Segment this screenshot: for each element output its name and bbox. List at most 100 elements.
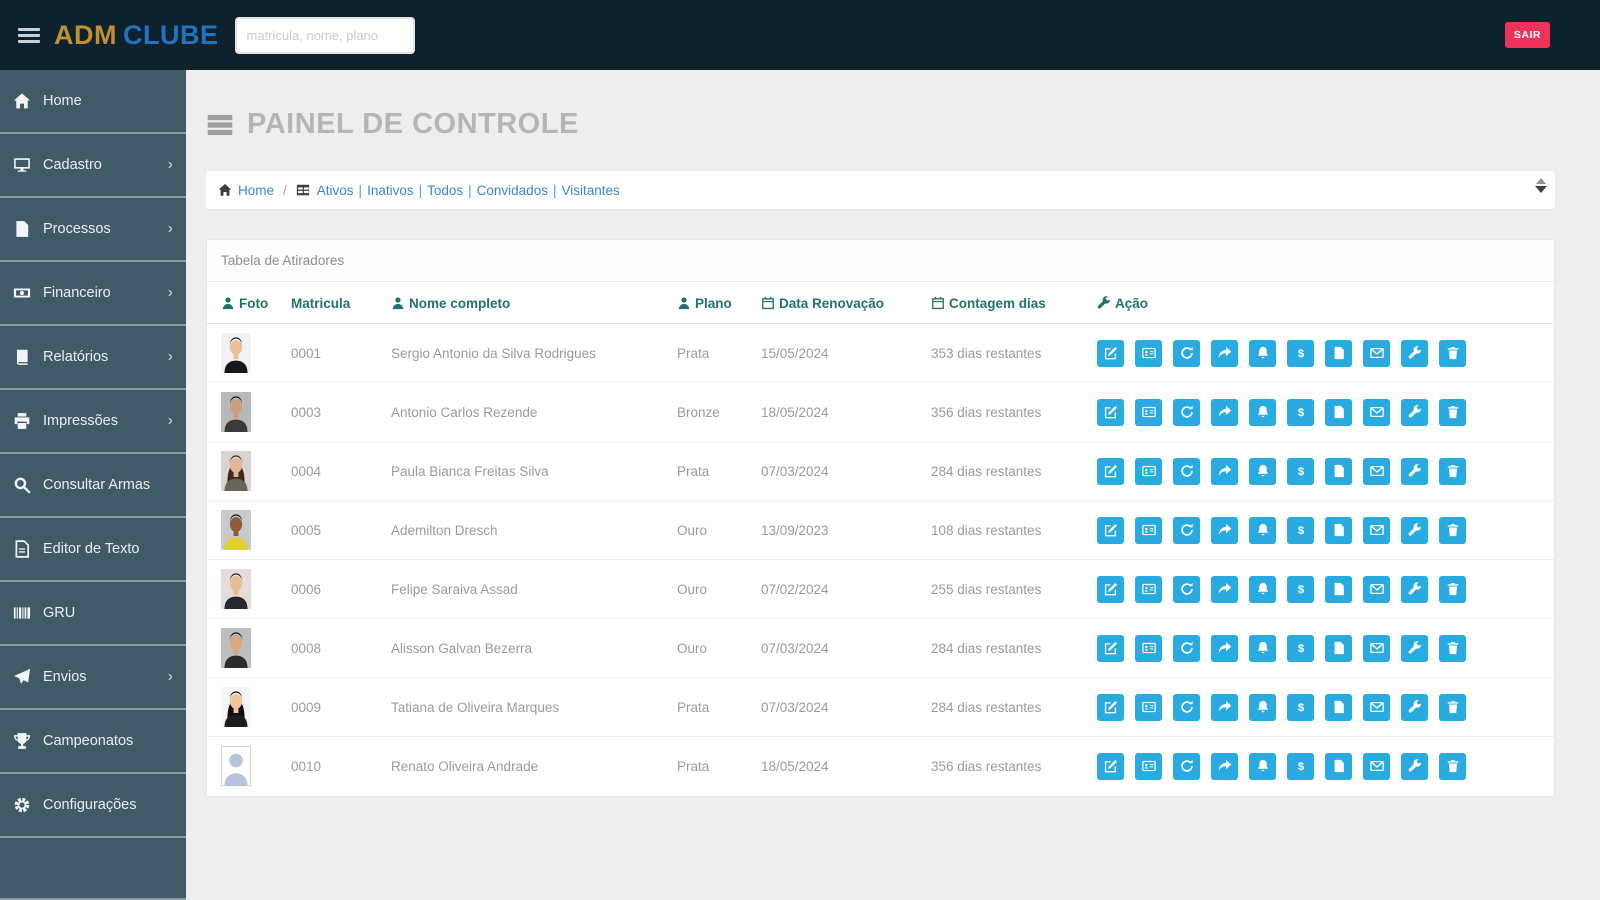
- sidebar-item-processos[interactable]: Processos›: [0, 198, 186, 262]
- wrench-button[interactable]: [1401, 399, 1428, 426]
- wrench-button[interactable]: [1401, 517, 1428, 544]
- share-button[interactable]: [1211, 635, 1238, 662]
- refresh-button[interactable]: [1173, 753, 1200, 780]
- share-button[interactable]: [1211, 458, 1238, 485]
- refresh-button[interactable]: [1173, 635, 1200, 662]
- dollar-button[interactable]: [1287, 458, 1314, 485]
- envelope-button[interactable]: [1363, 694, 1390, 721]
- refresh-button[interactable]: [1173, 399, 1200, 426]
- search-input[interactable]: [235, 17, 415, 54]
- bell-button[interactable]: [1249, 340, 1276, 367]
- file-button[interactable]: [1325, 517, 1352, 544]
- file-button[interactable]: [1325, 753, 1352, 780]
- share-button[interactable]: [1211, 753, 1238, 780]
- file-button[interactable]: [1325, 458, 1352, 485]
- breadcrumb-home-link[interactable]: Home: [238, 183, 274, 198]
- sidebar-item-configuracoes[interactable]: Configurações: [0, 774, 186, 838]
- dollar-button[interactable]: [1287, 399, 1314, 426]
- id-card-button[interactable]: [1135, 399, 1162, 426]
- edit-button[interactable]: [1097, 340, 1124, 367]
- refresh-button[interactable]: [1173, 340, 1200, 367]
- edit-button[interactable]: [1097, 399, 1124, 426]
- dollar-button[interactable]: [1287, 753, 1314, 780]
- sidebar-item-relatorios[interactable]: Relatórios›: [0, 326, 186, 390]
- logout-button[interactable]: SAIR: [1505, 22, 1550, 48]
- id-card-button[interactable]: [1135, 458, 1162, 485]
- envelope-button[interactable]: [1363, 458, 1390, 485]
- dollar-button[interactable]: [1287, 517, 1314, 544]
- refresh-button[interactable]: [1173, 694, 1200, 721]
- share-button[interactable]: [1211, 399, 1238, 426]
- sidebar-item-home[interactable]: Home: [0, 70, 186, 134]
- envelope-button[interactable]: [1363, 635, 1390, 662]
- file-button[interactable]: [1325, 694, 1352, 721]
- dollar-button[interactable]: [1287, 340, 1314, 367]
- dollar-button[interactable]: [1287, 635, 1314, 662]
- file-button[interactable]: [1325, 340, 1352, 367]
- trash-button[interactable]: [1439, 517, 1466, 544]
- filter-link-ativos[interactable]: Ativos: [317, 183, 354, 198]
- dollar-button[interactable]: [1287, 694, 1314, 721]
- sidebar-item-gru[interactable]: GRU: [0, 582, 186, 646]
- sidebar-item-impressoes[interactable]: Impressões›: [0, 390, 186, 454]
- id-card-button[interactable]: [1135, 576, 1162, 603]
- refresh-button[interactable]: [1173, 458, 1200, 485]
- bell-button[interactable]: [1249, 635, 1276, 662]
- trash-button[interactable]: [1439, 399, 1466, 426]
- sidebar-item-consultar-armas[interactable]: Consultar Armas: [0, 454, 186, 518]
- bell-button[interactable]: [1249, 753, 1276, 780]
- envelope-button[interactable]: [1363, 399, 1390, 426]
- bell-button[interactable]: [1249, 517, 1276, 544]
- sidebar-item-editor-de-texto[interactable]: Editor de Texto: [0, 518, 186, 582]
- envelope-button[interactable]: [1363, 576, 1390, 603]
- dollar-button[interactable]: [1287, 576, 1314, 603]
- share-button[interactable]: [1211, 576, 1238, 603]
- id-card-button[interactable]: [1135, 635, 1162, 662]
- trash-button[interactable]: [1439, 694, 1466, 721]
- share-button[interactable]: [1211, 517, 1238, 544]
- bell-button[interactable]: [1249, 694, 1276, 721]
- sidebar-item-campeonatos[interactable]: Campeonatos: [0, 710, 186, 774]
- edit-button[interactable]: [1097, 753, 1124, 780]
- edit-button[interactable]: [1097, 576, 1124, 603]
- file-button[interactable]: [1325, 576, 1352, 603]
- envelope-button[interactable]: [1363, 340, 1390, 367]
- refresh-button[interactable]: [1173, 517, 1200, 544]
- menu-icon[interactable]: [18, 28, 40, 43]
- envelope-button[interactable]: [1363, 753, 1390, 780]
- sidebar-item-financeiro[interactable]: Financeiro›: [0, 262, 186, 326]
- wrench-button[interactable]: [1401, 458, 1428, 485]
- file-button[interactable]: [1325, 635, 1352, 662]
- trash-button[interactable]: [1439, 576, 1466, 603]
- bell-button[interactable]: [1249, 576, 1276, 603]
- filter-link-inativos[interactable]: Inativos: [367, 183, 414, 198]
- edit-button[interactable]: [1097, 458, 1124, 485]
- filter-link-todos[interactable]: Todos: [427, 183, 463, 198]
- bell-button[interactable]: [1249, 399, 1276, 426]
- sort-icon[interactable]: [1535, 178, 1547, 193]
- sidebar-item-envios[interactable]: Envios›: [0, 646, 186, 710]
- brand-logo[interactable]: ADMCLUBE: [54, 20, 219, 51]
- edit-button[interactable]: [1097, 635, 1124, 662]
- id-card-button[interactable]: [1135, 694, 1162, 721]
- wrench-button[interactable]: [1401, 694, 1428, 721]
- share-button[interactable]: [1211, 340, 1238, 367]
- edit-button[interactable]: [1097, 517, 1124, 544]
- wrench-button[interactable]: [1401, 635, 1428, 662]
- filter-link-convidados[interactable]: Convidados: [477, 183, 548, 198]
- trash-button[interactable]: [1439, 340, 1466, 367]
- id-card-button[interactable]: [1135, 753, 1162, 780]
- edit-button[interactable]: [1097, 694, 1124, 721]
- trash-button[interactable]: [1439, 635, 1466, 662]
- bell-button[interactable]: [1249, 458, 1276, 485]
- share-button[interactable]: [1211, 694, 1238, 721]
- wrench-button[interactable]: [1401, 753, 1428, 780]
- trash-button[interactable]: [1439, 753, 1466, 780]
- trash-button[interactable]: [1439, 458, 1466, 485]
- id-card-button[interactable]: [1135, 340, 1162, 367]
- file-button[interactable]: [1325, 399, 1352, 426]
- envelope-button[interactable]: [1363, 517, 1390, 544]
- wrench-button[interactable]: [1401, 340, 1428, 367]
- refresh-button[interactable]: [1173, 576, 1200, 603]
- id-card-button[interactable]: [1135, 517, 1162, 544]
